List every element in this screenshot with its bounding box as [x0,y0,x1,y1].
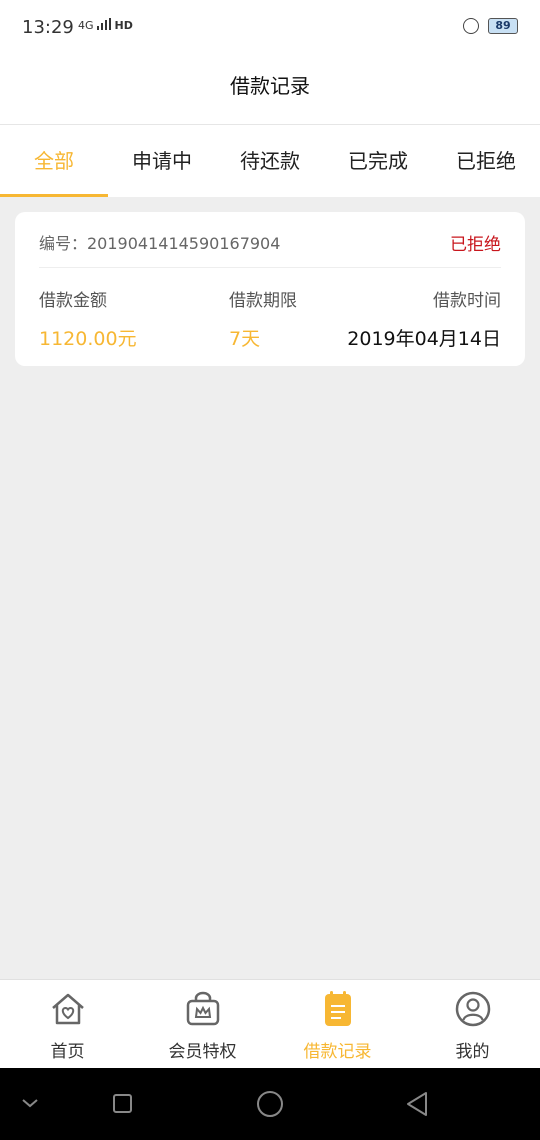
hd-indicator: HD [114,19,133,32]
record-note-icon [325,991,351,1026]
divider [39,267,501,268]
amount-value: 1120.00元 [39,328,137,350]
tab-applying[interactable]: 申请中 [108,125,216,197]
network-type: 4G [78,19,94,32]
page-title: 借款记录 [230,74,310,98]
nav-records[interactable]: 借款记录 [270,980,405,1069]
nav-records-label: 借款记录 [303,1042,372,1062]
battery-level: 89 [495,19,511,32]
amount-label: 借款金额 [39,291,107,311]
tab-rejected[interactable]: 已拒绝 [432,125,540,197]
status-time: 13:29 [22,17,74,38]
nav-vip-label: 会员特权 [168,1042,237,1062]
header: 借款记录 [0,56,540,125]
nav-home-label: 首页 [50,1042,85,1062]
battery-icon: 89 [488,18,518,34]
status-tabs: 全部 申请中 待还款 已完成 已拒绝 [0,125,540,197]
system-nav-bar [0,1068,540,1140]
tab-pending-repayment[interactable]: 待还款 [216,125,324,197]
nav-mine-label: 我的 [455,1042,490,1062]
recents-button[interactable] [113,1094,132,1113]
signal-icon [97,18,112,30]
network-indicator: 4G HD [78,18,133,32]
nav-home[interactable]: 首页 [0,980,135,1069]
rotation-lock-icon [463,18,479,34]
term-label: 借款期限 [229,291,297,311]
tab-all[interactable]: 全部 [0,125,108,197]
tab-completed[interactable]: 已完成 [324,125,432,197]
collapse-icon[interactable] [20,1096,40,1110]
bottom-nav: 首页 会员特权 借款记录 我的 [0,979,540,1069]
status-badge: 已拒绝 [450,235,501,255]
user-icon [455,991,491,1027]
home-button[interactable] [257,1091,283,1117]
nav-mine[interactable]: 我的 [405,980,540,1069]
loan-record-card[interactable]: 编号：2019041414590167904 已拒绝 借款金额 1120.00元… [15,212,525,366]
time-value: 2019年04月14日 [347,328,501,350]
nav-vip[interactable]: 会员特权 [135,980,270,1069]
back-icon[interactable] [404,1090,430,1118]
status-bar: 13:29 4G HD 89 [0,0,540,56]
time-label: 借款时间 [433,291,501,311]
home-heart-icon [52,993,84,1025]
term-value: 7天 [229,328,261,350]
vip-crown-icon [186,991,220,1026]
order-number: 编号：2019041414590167904 [39,234,281,253]
